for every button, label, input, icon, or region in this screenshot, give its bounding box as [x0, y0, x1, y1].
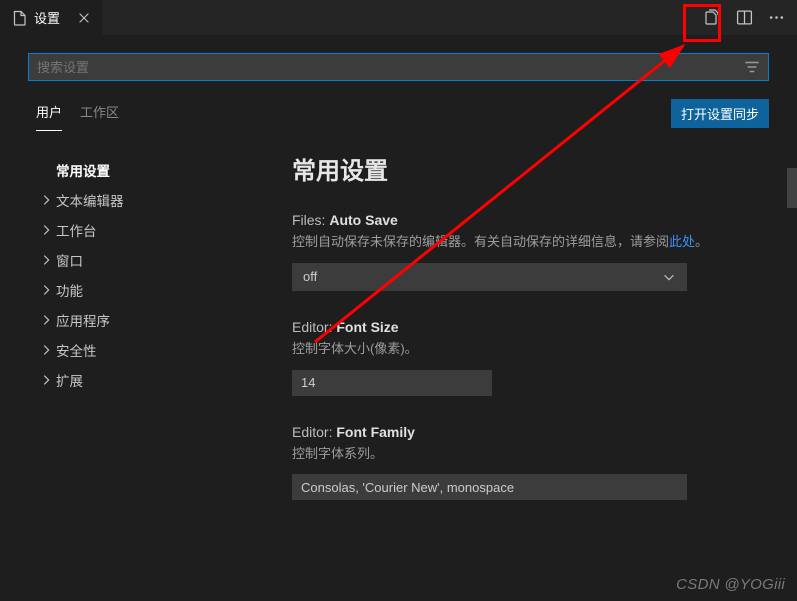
autosave-select[interactable]: off	[292, 263, 687, 291]
chevron-right-icon	[38, 193, 54, 207]
fontfamily-input[interactable]	[292, 474, 687, 500]
scope-tab-workspace[interactable]: 工作区	[80, 96, 119, 131]
open-settings-sync-button[interactable]: 打开设置同步	[671, 99, 769, 128]
scope-tab-user[interactable]: 用户	[36, 96, 62, 131]
sidebar-item-label: 工作台	[56, 220, 97, 240]
chevron-right-icon	[38, 253, 54, 267]
chevron-down-icon	[662, 270, 676, 284]
search-row	[0, 35, 797, 91]
setting-description: 控制自动保存未保存的编辑器。有关自动保存的详细信息，请参阅此处。	[292, 232, 757, 253]
setting-label: Editor: Font Size	[292, 319, 757, 335]
chevron-right-icon	[38, 223, 54, 237]
search-input[interactable]	[28, 53, 769, 81]
sidebar-item-label: 窗口	[56, 250, 83, 270]
sidebar-item-label: 安全性	[56, 340, 97, 360]
sidebar-item-security[interactable]: 安全性	[56, 335, 272, 365]
setting-editor-fontfamily: Editor: Font Family 控制字体系列。	[292, 424, 757, 501]
sidebar-item-common[interactable]: 常用设置	[56, 155, 272, 185]
split-editor-icon[interactable]	[735, 9, 753, 27]
more-icon[interactable]	[767, 9, 785, 27]
chevron-right-icon	[38, 313, 54, 327]
setting-files-autosave: Files: Auto Save 控制自动保存未保存的编辑器。有关自动保存的详细…	[292, 212, 757, 291]
autosave-doc-link[interactable]: 此处	[669, 234, 695, 249]
sidebar-item-window[interactable]: 窗口	[56, 245, 272, 275]
file-icon	[12, 10, 28, 26]
scrollbar[interactable]	[787, 168, 797, 208]
setting-description: 控制字体系列。	[292, 444, 757, 465]
open-json-icon[interactable]	[703, 9, 721, 27]
sidebar-item-extensions[interactable]: 扩展	[56, 365, 272, 395]
setting-editor-fontsize: Editor: Font Size 控制字体大小(像素)。	[292, 319, 757, 396]
sidebar-item-features[interactable]: 功能	[56, 275, 272, 305]
sidebar-item-text-editor[interactable]: 文本编辑器	[56, 185, 272, 215]
tab-bar: 设置	[0, 0, 797, 35]
tab-settings[interactable]: 设置	[0, 0, 102, 35]
chevron-right-icon	[38, 283, 54, 297]
tab-actions	[691, 9, 797, 27]
setting-description: 控制字体大小(像素)。	[292, 339, 757, 360]
sidebar-item-label: 应用程序	[56, 310, 110, 330]
close-icon[interactable]	[76, 10, 92, 26]
sidebar-item-workbench[interactable]: 工作台	[56, 215, 272, 245]
fontsize-input[interactable]	[292, 370, 492, 396]
scope-row: 用户 工作区 打开设置同步	[0, 91, 797, 129]
settings-sidebar: 常用设置 文本编辑器 工作台 窗口 功能 应用程序 安全性	[0, 147, 272, 595]
setting-label: Editor: Font Family	[292, 424, 757, 440]
sidebar-item-application[interactable]: 应用程序	[56, 305, 272, 335]
sidebar-item-label: 常用设置	[56, 160, 110, 180]
settings-content: 常用设置 Files: Auto Save 控制自动保存未保存的编辑器。有关自动…	[272, 147, 797, 595]
select-value: off	[303, 269, 317, 284]
section-title: 常用设置	[292, 151, 757, 186]
sidebar-item-label: 文本编辑器	[56, 190, 124, 210]
chevron-right-icon	[38, 343, 54, 357]
setting-label: Files: Auto Save	[292, 212, 757, 228]
filter-icon[interactable]	[743, 58, 761, 76]
chevron-right-icon	[38, 373, 54, 387]
sidebar-item-label: 功能	[56, 280, 83, 300]
sidebar-item-label: 扩展	[56, 370, 83, 390]
tab-title: 设置	[34, 8, 60, 27]
